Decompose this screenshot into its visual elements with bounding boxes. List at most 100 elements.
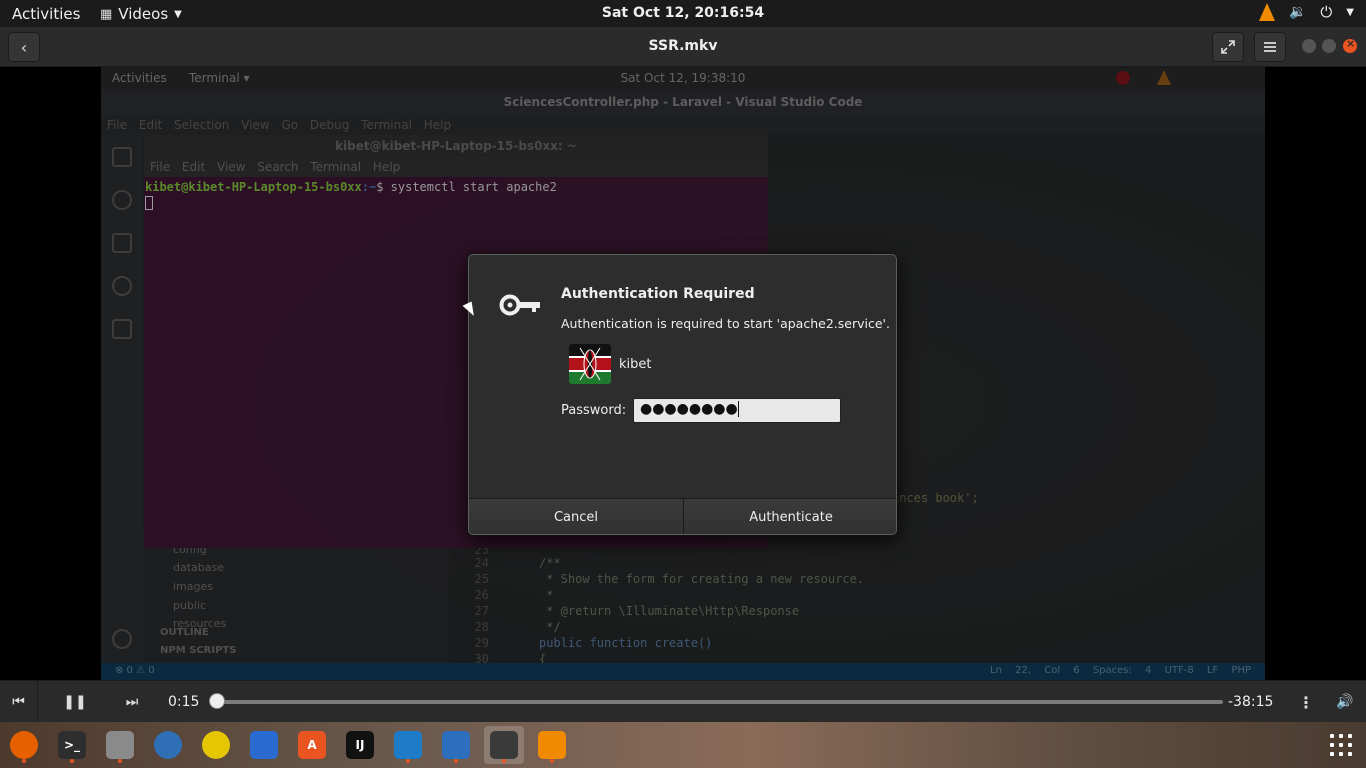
- vscode-menu-item: Edit: [138, 118, 163, 132]
- terminal-menu-item: Edit: [181, 160, 206, 174]
- password-field[interactable]: ●●●●●●●●: [633, 398, 841, 423]
- user-avatar-kenya-flag: [569, 344, 611, 384]
- volume-icon[interactable]: 🔉: [1289, 4, 1306, 20]
- status-problems: ⊗ 0 ⚠ 0: [115, 665, 155, 676]
- code-line: *: [539, 588, 554, 602]
- fullscreen-button[interactable]: [1212, 32, 1244, 62]
- volume-button[interactable]: 🔊: [1334, 681, 1356, 723]
- dialog-username: kibet: [619, 357, 652, 372]
- menu-button[interactable]: [1254, 32, 1286, 62]
- app-menu-label: Videos: [118, 5, 169, 23]
- dock-item-files[interactable]: [100, 726, 140, 764]
- skip-forward-button[interactable]: ⏭: [113, 681, 151, 723]
- back-button[interactable]: ‹: [8, 32, 40, 62]
- search-icon: [112, 190, 132, 210]
- more-options-button[interactable]: ⋮: [1296, 681, 1316, 723]
- vscode-menu-item: Terminal: [361, 118, 412, 132]
- skip-forward-icon: ⏭: [125, 694, 139, 710]
- line-number: 29: [474, 636, 489, 650]
- status-right: Ln 22, Col 6 Spaces: 4 UTF-8 LF PHP: [990, 665, 1251, 676]
- running-indicator: [550, 759, 554, 763]
- prompt-command: $ systemctl start apache2: [376, 180, 557, 194]
- activities-button[interactable]: Activities: [12, 5, 80, 23]
- show-applications-icon[interactable]: [1330, 734, 1352, 756]
- remmina-icon: [442, 731, 470, 759]
- dock-item-intellij[interactable]: IJ: [340, 726, 380, 764]
- npm-scripts-section: NPM SCRIPTS: [160, 645, 237, 656]
- settings-gear-icon: [112, 629, 132, 649]
- running-indicator: [502, 759, 506, 763]
- skip-back-button[interactable]: ⏮: [0, 681, 38, 723]
- fullscreen-icon: [1221, 40, 1235, 54]
- code-line: * Show the form for creating a new resou…: [539, 572, 865, 586]
- vscode-activity-bar: [101, 135, 143, 665]
- dock-item-rhythmbox[interactable]: [196, 726, 236, 764]
- line-number: 27: [474, 604, 489, 618]
- dock-item-thunderbird[interactable]: [148, 726, 188, 764]
- prompt-path: :~: [361, 180, 377, 194]
- kebab-menu-icon: ⋮: [1298, 692, 1314, 712]
- video-area[interactable]: Activities Terminal ▾ Sat Oct 12, 19:38:…: [0, 67, 1366, 680]
- dock-item-writer[interactable]: [244, 726, 284, 764]
- explorer-icon: [112, 147, 132, 167]
- intellij-icon: IJ: [346, 731, 374, 759]
- terminal-menu-item: Terminal: [310, 160, 362, 174]
- pause-button[interactable]: ❚❚: [57, 681, 93, 723]
- close-button[interactable]: ×: [1343, 37, 1357, 53]
- explorer-item: images: [173, 580, 213, 593]
- line-number: 24: [474, 556, 489, 570]
- chevron-down-icon[interactable]: ▼: [1346, 7, 1354, 18]
- close-icon: ×: [1346, 37, 1356, 50]
- dock-item-vlc[interactable]: [532, 726, 572, 764]
- running-indicator: [70, 759, 74, 763]
- vscode-menu-item: Help: [423, 118, 452, 132]
- writer-icon: [250, 731, 278, 759]
- vlc-icon[interactable]: [1258, 3, 1275, 21]
- password-label: Password:: [561, 403, 627, 418]
- videos-app-icon: ▦: [100, 6, 113, 22]
- code-line: * @return \Illuminate\Http\Response: [539, 604, 800, 618]
- power-icon[interactable]: ⏻: [1320, 3, 1332, 21]
- line-number: 25: [474, 572, 489, 586]
- dock-item-vscode[interactable]: [388, 726, 428, 764]
- system-tray[interactable]: 🔉 ⏻ ▼: [1258, 3, 1354, 21]
- recorded-vlc-icon: [1157, 70, 1171, 85]
- recorded-record-icon: [1116, 71, 1130, 85]
- dock-item-remmina[interactable]: [436, 726, 476, 764]
- terminal-menu-item: Search: [257, 160, 299, 174]
- playback-controls: ⏮ ❚❚ ⏭ 0:15 -38:15 ⋮ 🔊: [0, 680, 1366, 723]
- line-number: 26: [474, 588, 489, 602]
- key-icon: [499, 294, 540, 316]
- minimize-button[interactable]: [1302, 39, 1316, 53]
- back-arrow-icon: ‹: [20, 37, 28, 57]
- vscode-menu-item: Go: [281, 118, 299, 132]
- vscode-menu-bar: File Edit Selection View Go Debug Termin…: [101, 115, 1265, 135]
- vscode-title-bar: SciencesController.php - Laravel - Visua…: [101, 89, 1265, 115]
- dock-item-terminal[interactable]: >_: [52, 726, 92, 764]
- vscode-menu-item: Selection: [174, 118, 230, 132]
- terminal-menu-item: Help: [372, 160, 401, 174]
- software-center-icon: A: [298, 731, 326, 759]
- thunderbird-icon: [154, 731, 182, 759]
- clock[interactable]: Sat Oct 12, 20:16:54: [602, 5, 764, 21]
- dock-item-software-center[interactable]: A: [292, 726, 332, 764]
- app-menu[interactable]: ▦ Videos ▼: [100, 5, 182, 23]
- explorer-item: public: [173, 599, 207, 612]
- vscode-menu-item: View: [241, 118, 270, 132]
- vscode-menu-item: Debug: [309, 118, 350, 132]
- code-line: */: [539, 620, 561, 634]
- extensions-icon: [112, 319, 132, 339]
- authenticate-button[interactable]: Authenticate: [683, 499, 896, 534]
- dock-item-firefox[interactable]: [4, 726, 44, 764]
- dialog-title: Authentication Required: [561, 286, 755, 302]
- chevron-down-icon: ▼: [174, 8, 182, 20]
- seek-handle[interactable]: [208, 693, 225, 709]
- dialog-message: Authentication is required to start 'apa…: [561, 316, 890, 331]
- cancel-button[interactable]: Cancel: [469, 499, 683, 534]
- maximize-button[interactable]: [1322, 39, 1336, 53]
- screen: Activities ▦ Videos ▼ Sat Oct 12, 20:16:…: [0, 0, 1366, 768]
- dock-item-videos[interactable]: [484, 726, 524, 764]
- seek-bar[interactable]: [210, 700, 1223, 704]
- prompt-user: kibet@kibet-HP-Laptop-15-bs0xx: [145, 180, 362, 194]
- firefox-icon: [10, 731, 38, 759]
